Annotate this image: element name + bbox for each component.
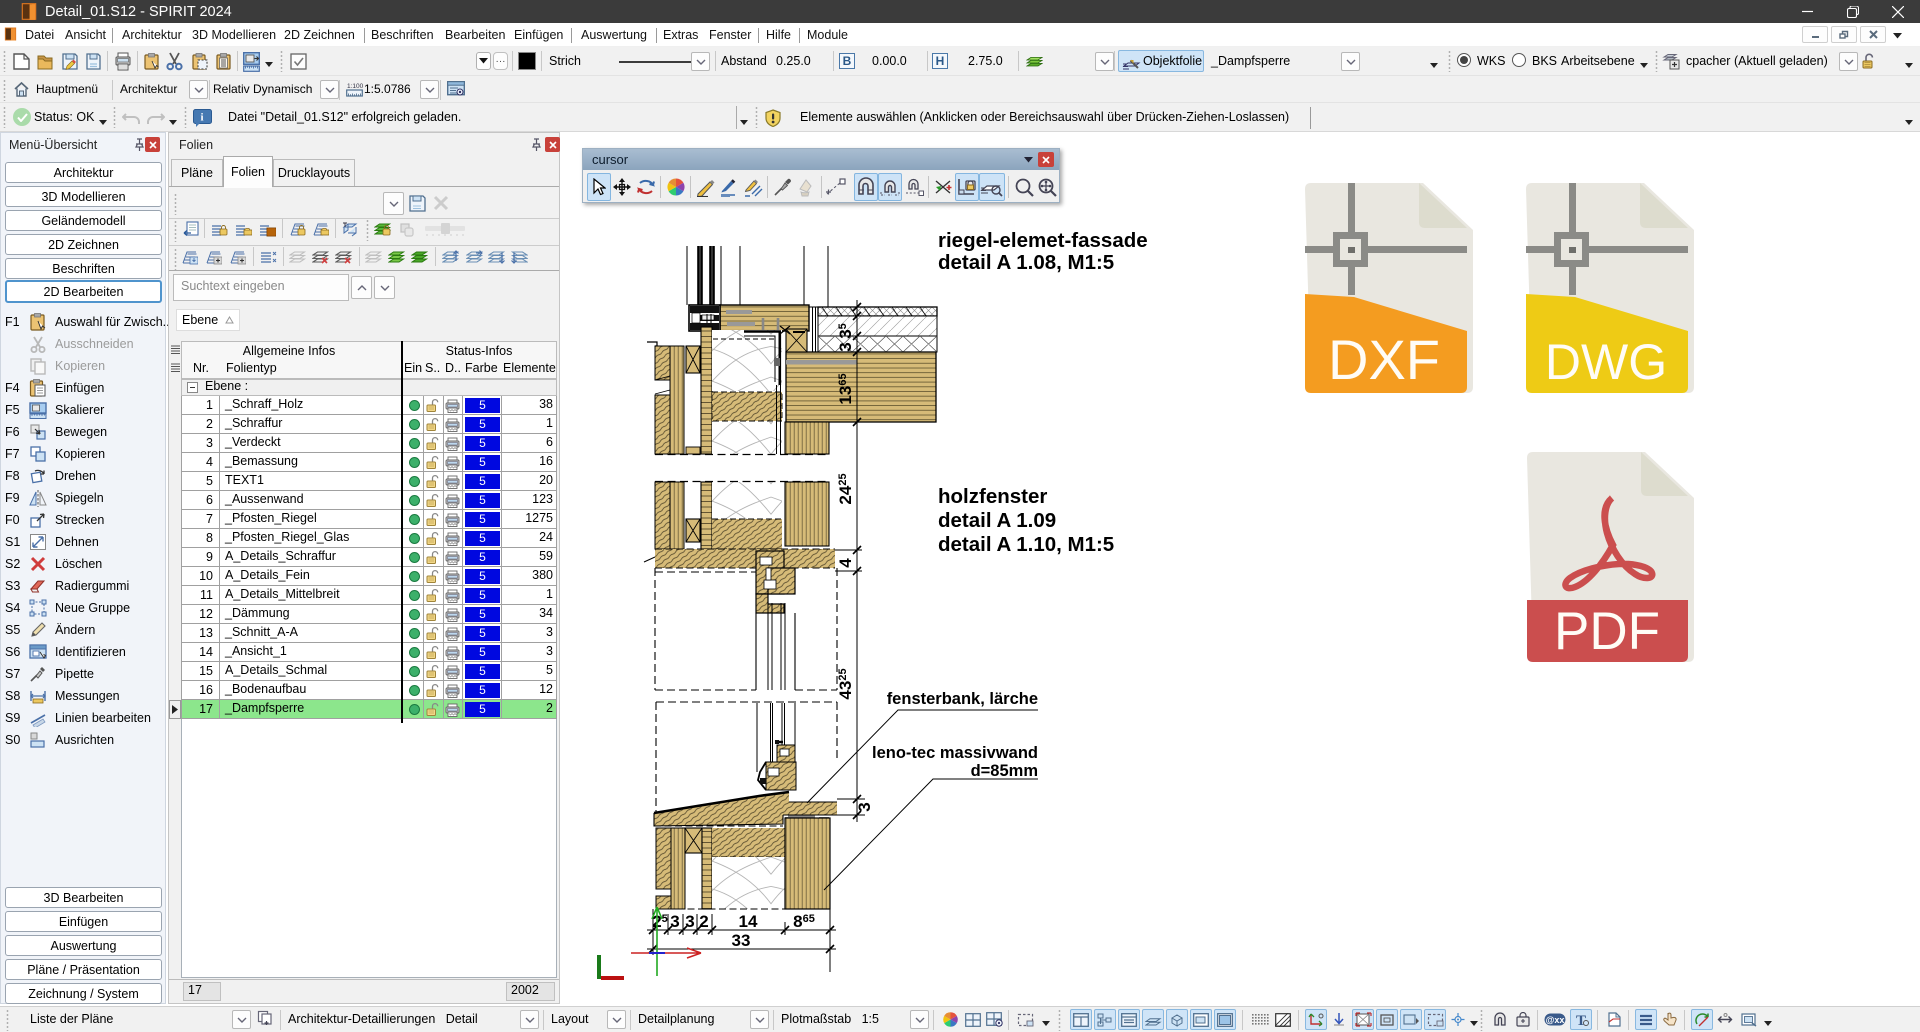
svg-text:3: 3 [670,912,679,931]
svg-text:14: 14 [739,912,758,931]
svg-text:PDF: PDF [1554,602,1660,661]
svg-text:@xx: @xx [1546,1015,1565,1025]
svg-text:3: 3 [855,802,874,811]
svg-text:DWG: DWG [1545,334,1667,390]
svg-text:d=85mm: d=85mm [971,762,1038,780]
svg-text:2425: 2425 [836,473,855,504]
svg-text:4: 4 [836,558,855,568]
svg-text:33: 33 [732,931,751,950]
svg-text:holzfenster: holzfenster [938,485,1047,508]
svg-text:2: 2 [699,912,708,931]
svg-text:i: i [201,112,204,124]
svg-text:3: 3 [836,342,855,351]
svg-text:detail A 1.10, M1:5: detail A 1.10, M1:5 [938,533,1114,556]
svg-text:riegel-elemet-fassade: riegel-elemet-fassade [938,229,1148,252]
svg-text:fensterbank, lärche: fensterbank, lärche [887,690,1038,708]
svg-text:DXF: DXF [1328,328,1440,391]
svg-text:4325: 4325 [836,668,855,699]
svg-text:leno-tec massivwand: leno-tec massivwand [872,744,1038,762]
svg-text:3: 3 [685,912,694,931]
svg-text:detail A 1.09: detail A 1.09 [938,509,1056,532]
svg-text:865: 865 [793,912,815,931]
svg-text:1:100: 1:100 [347,83,363,90]
svg-text:detail A 1.08, M1:5: detail A 1.08, M1:5 [938,251,1114,274]
